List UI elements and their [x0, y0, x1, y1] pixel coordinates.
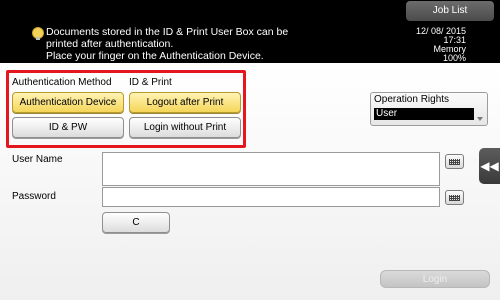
message-line-3: Place your finger on the Authentication … [46, 50, 264, 62]
status-readout: 12/ 08/ 2015 17:31 Memory 100% [416, 27, 466, 63]
header-bar: Job List Documents stored in the ID & Pr… [0, 0, 500, 63]
password-label: Password [12, 191, 56, 202]
lightbulb-icon [32, 27, 44, 40]
job-list-button[interactable]: Job List [406, 1, 494, 21]
user-name-label: User Name [12, 154, 63, 165]
message-line-2: printed after authentication. [46, 38, 174, 50]
login-button[interactable]: Login [380, 270, 490, 288]
double-chevron-left-icon[interactable]: ◀◀ [479, 148, 500, 184]
operation-rights-label: Operation Rights [374, 94, 450, 105]
info-message: Documents stored in the ID & Print User … [46, 26, 288, 62]
memory-value: 100% [442, 53, 466, 63]
keyboard-icon[interactable] [445, 190, 464, 205]
user-name-field[interactable] [102, 152, 440, 186]
auth-options-highlight [6, 70, 246, 148]
password-field[interactable] [102, 187, 440, 207]
keyboard-icon[interactable] [445, 154, 464, 169]
operation-rights-select[interactable]: Operation Rights User [370, 92, 488, 126]
message-line-1: Documents stored in the ID & Print User … [46, 26, 289, 38]
operation-rights-value: User [374, 108, 474, 120]
chevron-down-icon [477, 117, 483, 121]
clear-button[interactable]: C [102, 212, 170, 233]
